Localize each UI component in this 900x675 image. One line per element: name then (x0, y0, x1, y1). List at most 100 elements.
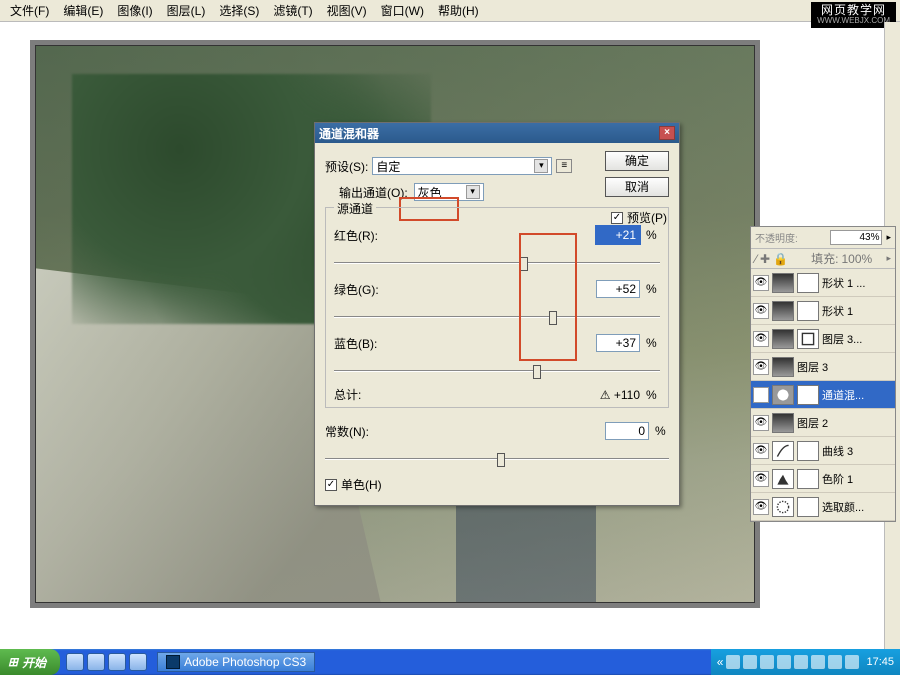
constant-label: 常数(N): (325, 423, 385, 440)
layer-row[interactable]: 👁形状 1 ... (751, 269, 895, 297)
blue-label: 蓝色(B): (334, 335, 394, 352)
layer-row[interactable]: 👁选取颜... (751, 493, 895, 521)
layer-thumb (772, 413, 794, 433)
layer-row[interactable]: 👁图层 3... (751, 325, 895, 353)
menu-window[interactable]: 窗口(W) (375, 0, 430, 21)
layer-mask (797, 301, 819, 321)
tray-icon[interactable] (726, 655, 740, 669)
visibility-icon[interactable]: 👁 (753, 499, 769, 515)
visibility-icon[interactable]: 👁 (753, 331, 769, 347)
visibility-icon[interactable]: 👁 (753, 471, 769, 487)
menu-bar: 文件(F) 编辑(E) 图像(I) 图层(L) 选择(S) 滤镜(T) 视图(V… (0, 0, 900, 22)
layer-row[interactable]: 👁图层 3 (751, 353, 895, 381)
menu-select[interactable]: 选择(S) (213, 0, 265, 21)
preset-label: 预设(S): (325, 158, 368, 175)
taskbar-clock[interactable]: 17:45 (866, 656, 894, 668)
lock-icon[interactable]: ⁄ (755, 252, 757, 266)
menu-layer[interactable]: 图层(L) (161, 0, 212, 21)
layers-panel: 不透明度: 43% ▸ ⁄ ✚ 🔒 填充: 100% ▸ 👁形状 1 ... 👁… (750, 226, 896, 522)
menu-view[interactable]: 视图(V) (321, 0, 373, 21)
constant-slider[interactable] (325, 458, 669, 460)
layer-mask (797, 469, 819, 489)
lock-icon[interactable]: 🔒 (773, 252, 788, 266)
preset-menu-icon[interactable]: ≡ (556, 159, 572, 173)
layer-row-selected[interactable]: 👁通道混... (751, 381, 895, 409)
ok-button[interactable]: 确定 (605, 151, 669, 171)
fill-input[interactable]: 100% (841, 252, 883, 266)
green-label: 绿色(G): (334, 281, 394, 298)
layer-mask (797, 385, 819, 405)
layer-mask (797, 497, 819, 517)
chevron-down-icon: ▾ (466, 185, 480, 199)
layer-row[interactable]: 👁图层 2 (751, 409, 895, 437)
green-input[interactable]: +52 (596, 280, 640, 298)
adjustment-icon (772, 385, 794, 405)
green-slider[interactable] (334, 316, 660, 318)
tray-icon[interactable] (760, 655, 774, 669)
layer-mask (797, 273, 819, 293)
menu-edit[interactable]: 编辑(E) (57, 0, 109, 21)
taskbar-task[interactable]: Adobe Photoshop CS3 (157, 652, 315, 672)
fill-label: 填充: (791, 250, 838, 267)
selective-color-icon (772, 497, 794, 517)
layer-row[interactable]: 👁形状 1 (751, 297, 895, 325)
tray-icon[interactable] (794, 655, 808, 669)
source-channels-fieldset: 源通道 红色(R): +21 % 绿色(G): +52 % 蓝色(B): +37… (325, 207, 669, 408)
layer-thumb (772, 329, 794, 349)
red-input[interactable]: +21 (596, 226, 640, 244)
photoshop-icon (166, 655, 180, 669)
chevron-right-icon[interactable]: ▸ (886, 232, 891, 243)
quick-launch-icon[interactable] (108, 653, 126, 671)
layer-thumb (772, 273, 794, 293)
visibility-icon[interactable]: 👁 (753, 387, 769, 403)
output-channel-select[interactable]: 灰色 ▾ (414, 183, 484, 201)
quick-launch-icon[interactable] (129, 653, 147, 671)
visibility-icon[interactable]: 👁 (753, 443, 769, 459)
tray-icon[interactable] (828, 655, 842, 669)
visibility-icon[interactable]: 👁 (753, 359, 769, 375)
constant-input[interactable]: 0 (605, 422, 649, 440)
windows-taskbar: ⊞ 开始 Adobe Photoshop CS3 « 17:45 (0, 649, 900, 675)
tray-expand-icon[interactable]: « (717, 655, 724, 669)
checkbox-icon: ✓ (325, 479, 337, 491)
red-slider[interactable] (334, 262, 660, 264)
menu-filter[interactable]: 滤镜(T) (267, 0, 318, 21)
quick-launch-icon[interactable] (66, 653, 84, 671)
channel-mixer-dialog: 通道混和器 × 确定 取消 ✓ 预览(P) 预设(S): 自定 ▾ ≡ 输出通道… (314, 122, 680, 506)
preset-select[interactable]: 自定 ▾ (372, 157, 552, 175)
quick-launch-icon[interactable] (87, 653, 105, 671)
cancel-button[interactable]: 取消 (605, 177, 669, 197)
tray-icon[interactable] (811, 655, 825, 669)
menu-help[interactable]: 帮助(H) (432, 0, 485, 21)
tray-icon[interactable] (845, 655, 859, 669)
system-tray: « 17:45 (711, 649, 900, 675)
monochrome-checkbox[interactable]: ✓ 单色(H) (325, 476, 669, 493)
windows-logo-icon: ⊞ (8, 655, 18, 669)
red-label: 红色(R): (334, 227, 394, 244)
menu-file[interactable]: 文件(F) (4, 0, 55, 21)
dialog-titlebar[interactable]: 通道混和器 × (315, 123, 679, 143)
dialog-title: 通道混和器 (319, 125, 379, 142)
tray-icon[interactable] (777, 655, 791, 669)
layer-row[interactable]: 👁曲线 3 (751, 437, 895, 465)
menu-image[interactable]: 图像(I) (111, 0, 158, 21)
tray-icon[interactable] (743, 655, 757, 669)
opacity-label: 不透明度: (755, 230, 826, 245)
layers-lock-row: ⁄ ✚ 🔒 填充: 100% ▸ (751, 249, 895, 269)
layer-row[interactable]: 👁色阶 1 (751, 465, 895, 493)
total-label: 总计: (334, 386, 394, 403)
blue-input[interactable]: +37 (596, 334, 640, 352)
blue-slider[interactable] (334, 370, 660, 372)
adjustment-icon (797, 329, 819, 349)
lock-icon[interactable]: ✚ (760, 252, 770, 266)
output-channel-label: 输出通道(O): (339, 184, 408, 201)
start-button[interactable]: ⊞ 开始 (0, 649, 60, 675)
fieldset-legend: 源通道 (334, 200, 376, 217)
close-icon[interactable]: × (659, 126, 675, 140)
opacity-input[interactable]: 43% (830, 230, 882, 245)
visibility-icon[interactable]: 👁 (753, 415, 769, 431)
visibility-icon[interactable]: 👁 (753, 275, 769, 291)
visibility-icon[interactable]: 👁 (753, 303, 769, 319)
chevron-right-icon[interactable]: ▸ (886, 253, 891, 264)
quick-launch (60, 653, 153, 671)
